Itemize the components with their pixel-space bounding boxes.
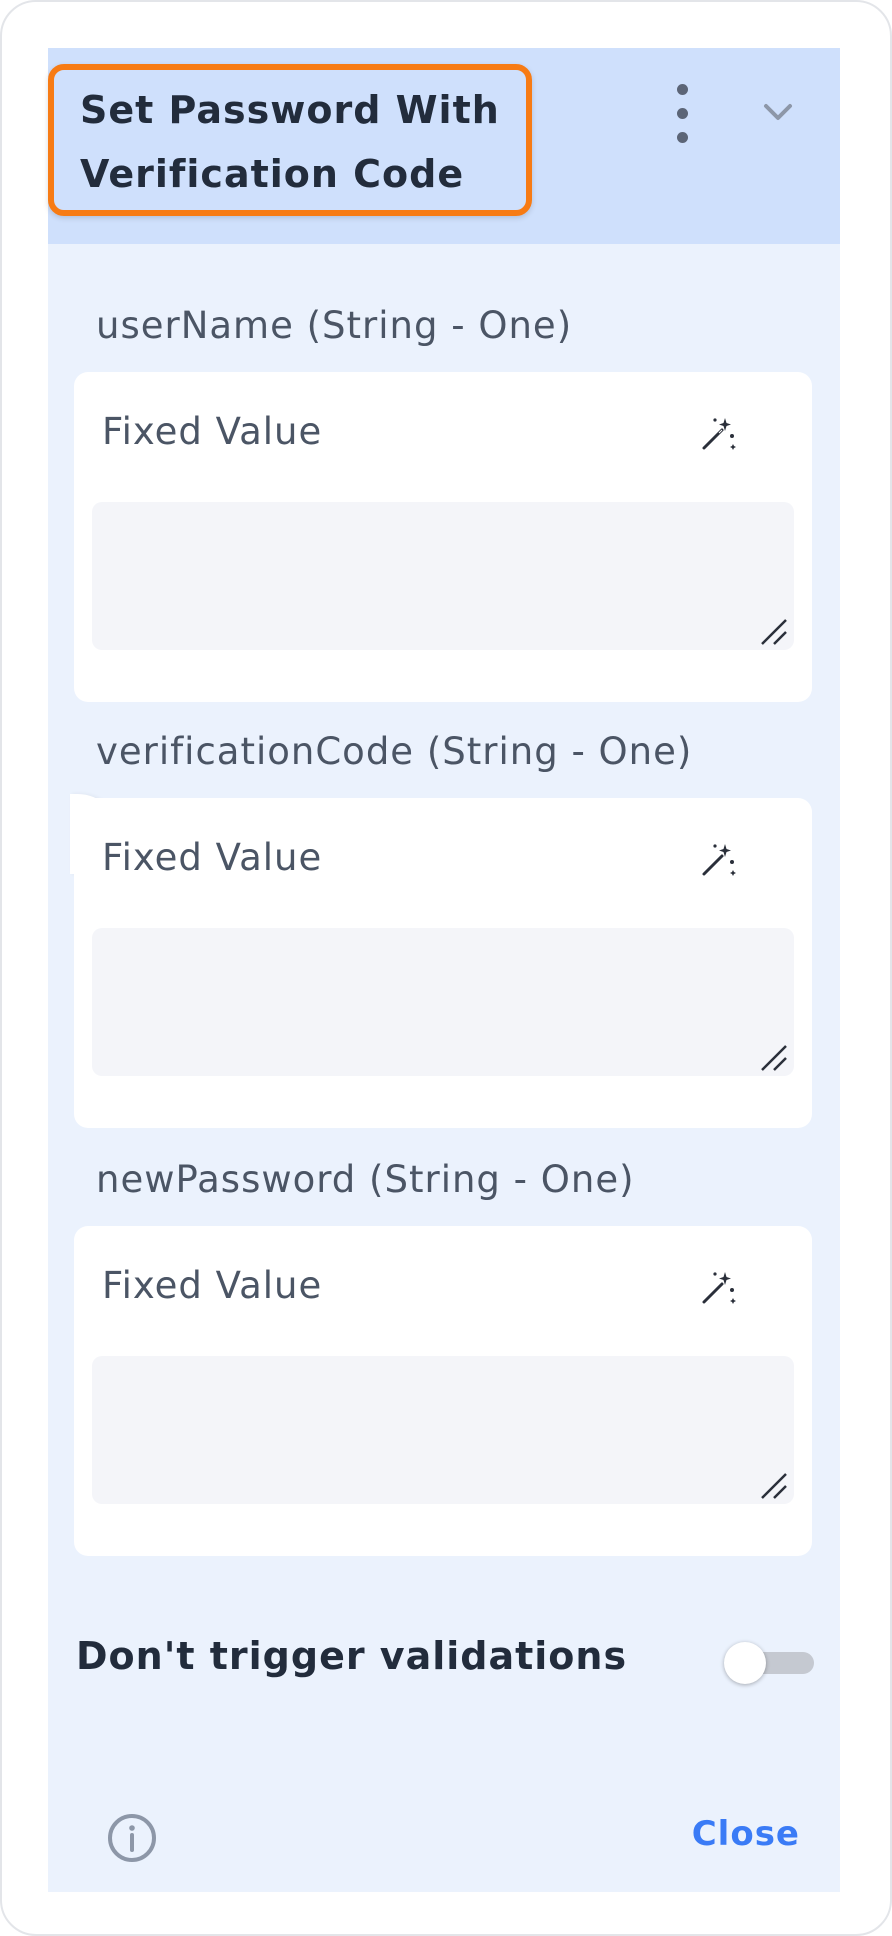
action-panel: Set Password With Verification Code user…: [48, 48, 840, 1892]
magic-wand-icon[interactable]: [698, 840, 738, 880]
field-label-new-password: newPassword (String - One): [96, 1158, 635, 1201]
fixed-value-label: Fixed Value: [102, 410, 323, 453]
field-label-verification-code: verificationCode (String - One): [96, 730, 693, 773]
info-circle-icon[interactable]: [106, 1812, 158, 1864]
kebab-vertical-icon[interactable]: [662, 84, 702, 144]
verification-code-textarea[interactable]: [92, 928, 794, 1076]
field-card-new-password: Fixed Value: [74, 1226, 812, 1556]
panel-header: Set Password With Verification Code: [48, 48, 840, 244]
window-frame: Set Password With Verification Code user…: [0, 0, 892, 1936]
field-label-username: userName (String - One): [96, 304, 573, 347]
panel-title-line-1: Set Password With: [80, 88, 500, 132]
close-button[interactable]: Close: [692, 1814, 800, 1854]
panel-title-line-2: Verification Code: [80, 152, 465, 196]
chevron-down-icon[interactable]: [748, 88, 808, 138]
textarea-resize-icon[interactable]: [758, 1470, 790, 1502]
fixed-value-label: Fixed Value: [102, 1264, 323, 1307]
panel-title: Set Password With Verification Code: [66, 78, 512, 202]
magic-wand-icon[interactable]: [698, 414, 738, 454]
new-password-textarea[interactable]: [92, 1356, 794, 1504]
field-card-username: Fixed Value: [74, 372, 812, 702]
field-card-verification-code: Fixed Value: [74, 798, 812, 1128]
title-highlight: Set Password With Verification Code: [48, 64, 532, 216]
textarea-resize-icon[interactable]: [758, 1042, 790, 1074]
dont-trigger-validations-toggle[interactable]: [724, 1642, 814, 1684]
username-textarea[interactable]: [92, 502, 794, 650]
dont-trigger-validations-label: Don't trigger validations: [76, 1634, 628, 1678]
magic-wand-icon[interactable]: [698, 1268, 738, 1308]
toggle-knob: [724, 1642, 766, 1684]
textarea-resize-icon[interactable]: [758, 616, 790, 648]
fixed-value-label: Fixed Value: [102, 836, 323, 879]
